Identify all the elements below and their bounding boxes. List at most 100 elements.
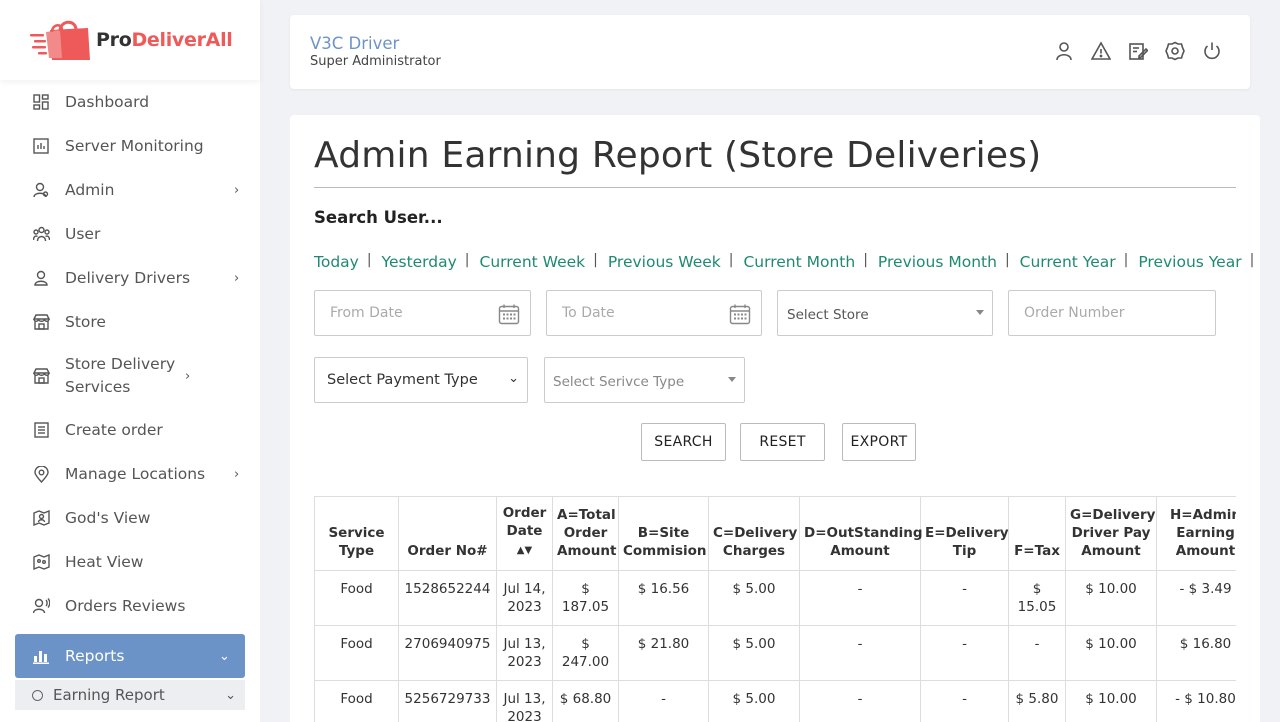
table-cell: Jul 13, 2023 [496,625,553,681]
top-header: V3C Driver Super Administrator [290,15,1250,89]
sidebar-item-user[interactable]: User [0,212,260,256]
brand-logo[interactable]: ProDeliverAll [0,0,260,80]
calendar-icon[interactable] [498,303,520,325]
table-row: Food 1528652244 Jul 14, 2023 $ 187.05 $ … [314,570,1236,626]
col-header-admin-earning-amount[interactable]: H=Admin Earning Amount [1156,496,1236,571]
service-type-select[interactable]: Select Serivce Type [544,357,745,403]
settings-icon[interactable] [1165,41,1185,61]
sidebar-item-create-order[interactable]: Create order [0,408,260,452]
earning-table-container[interactable]: Service Type Order No# Order Date ▲▼ A=Tota… [314,496,1236,722]
chevron-down-icon: ⌄ [219,648,230,664]
shopping-bag-logo-icon [30,20,90,60]
col-header-total-order-amount[interactable]: A=Total Order Amount [552,496,619,571]
sidebar-item-delivery-drivers[interactable]: Delivery Drivers › [0,256,260,300]
chevron-right-icon: › [234,466,240,482]
driver-icon [32,269,50,287]
table-cell: $ 5.00 [708,625,800,681]
sidebar-subitem-earning-report[interactable]: Earning Report ⌄ [15,680,245,710]
to-date-placeholder: To Date [562,305,615,321]
col-header-tax[interactable]: F=Tax [1008,496,1066,571]
sidebar-item-heat-view[interactable]: Heat View [0,540,260,584]
sidebar-item-manage-locations[interactable]: Manage Locations › [0,452,260,496]
table-cell: $ 5.80 [1008,680,1066,722]
sidebar-item-dashboard[interactable]: Dashboard [0,80,260,124]
sidebar-item-admin[interactable]: Admin › [0,168,260,212]
store-icon [32,313,50,331]
col-header-order-no[interactable]: Order No# [398,496,497,571]
link-previous-month[interactable]: Previous Month [878,253,997,271]
table-cell: Food [314,570,399,626]
link-separator: | [464,252,470,268]
col-header-order-date[interactable]: Order Date ▲▼ [496,496,553,571]
table-cell: - [1008,625,1066,681]
col-header-site-commision[interactable]: B=Site Commision [618,496,709,571]
user-name[interactable]: V3C Driver [310,34,399,53]
sidebar-item-label: User [65,224,101,243]
link-current-month[interactable]: Current Month [743,253,855,271]
sidebar-item-label: Store [65,312,106,331]
sidebar-item-reports[interactable]: Reports ⌄ [15,634,245,678]
sidebar-item-store-delivery-services[interactable]: Store Delivery Services › [0,344,260,408]
user-role: Super Administrator [310,54,441,69]
sidebar-item-label: Store Delivery Services [65,355,176,396]
order-number-input[interactable]: Order Number [1008,290,1216,336]
from-date-field[interactable]: From Date [314,290,531,336]
link-today[interactable]: Today [314,253,359,271]
table-cell: 2706940975 [398,625,497,681]
reset-button[interactable]: RESET [740,423,825,461]
store-icon [32,367,50,385]
table-cell: $ 68.80 [552,680,619,722]
sidebar-item-gods-view[interactable]: God's View [0,496,260,540]
payment-type-select[interactable]: Select Payment Type ⌄ [314,357,528,403]
col-header-delivery-tip[interactable]: E=Delivery Tip [920,496,1009,571]
power-icon[interactable] [1202,41,1222,61]
sort-icon[interactable]: ▲▼ [517,545,532,556]
users-icon [32,225,50,243]
table-cell: - $ 3.49 [1156,570,1236,626]
table-cell: Jul 13, 2023 [496,680,553,722]
calendar-icon[interactable] [729,303,751,325]
sidebar-subitem-label: Earning Report [53,686,165,704]
chevron-right-icon: › [234,182,240,198]
sidebar-item-label: Heat View [65,552,144,571]
link-separator: | [593,252,598,268]
sidebar-item-server-monitoring[interactable]: Server Monitoring [0,124,260,168]
table-cell: $ 15.05 [1008,570,1066,626]
sidebar-item-label: Manage Locations [65,464,206,483]
link-separator: | [728,252,734,268]
col-header-delivery-charges[interactable]: C=Delivery Charges [708,496,800,571]
table-cell: Food [314,680,399,722]
edit-icon[interactable] [1128,41,1148,61]
col-header-service-type[interactable]: Service Type [314,496,399,571]
link-previous-week[interactable]: Previous Week [608,253,721,271]
sidebar-item-orders-reviews[interactable]: Orders Reviews [0,584,260,628]
order-list-icon [32,421,50,439]
store-select[interactable]: Select Store [777,290,993,336]
link-separator: | [1123,252,1129,268]
link-previous-year[interactable]: Previous Year [1138,253,1241,271]
table-cell: $ 10.00 [1065,680,1157,722]
chevron-right-icon: › [185,368,191,384]
to-date-field[interactable]: To Date [546,290,762,336]
sidebar-item-store[interactable]: Store [0,300,260,344]
col-header-driver-pay-amount[interactable]: G=Delivery Driver Pay Amount [1065,496,1157,571]
export-button[interactable]: EXPORT [842,423,916,461]
sidebar-item-label: Admin [65,180,115,199]
table-cell: - [799,570,921,626]
table-cell: - [920,680,1009,722]
alert-icon[interactable] [1091,41,1111,61]
location-pin-icon [32,465,50,483]
date-range-links: Today | Yesterday | Current Week | Previous… [314,252,1260,271]
link-current-week[interactable]: Current Week [480,253,586,271]
search-button[interactable]: SEARCH [641,423,726,461]
col-header-outstanding-amount[interactable]: D=OutStanding Amount [799,496,923,571]
link-current-year[interactable]: Current Year [1020,253,1116,271]
search-user-label: Search User... [314,208,443,227]
profile-icon[interactable] [1054,41,1074,61]
payment-type-value: Select Payment Type [327,372,478,388]
earning-table: Service Type Order No# Order Date ▲▼ A=Tota… [314,496,1236,722]
table-cell: Food [314,625,399,681]
table-cell: - [799,625,921,681]
table-cell: Jul 14, 2023 [496,570,553,626]
link-yesterday[interactable]: Yesterday [382,253,457,271]
